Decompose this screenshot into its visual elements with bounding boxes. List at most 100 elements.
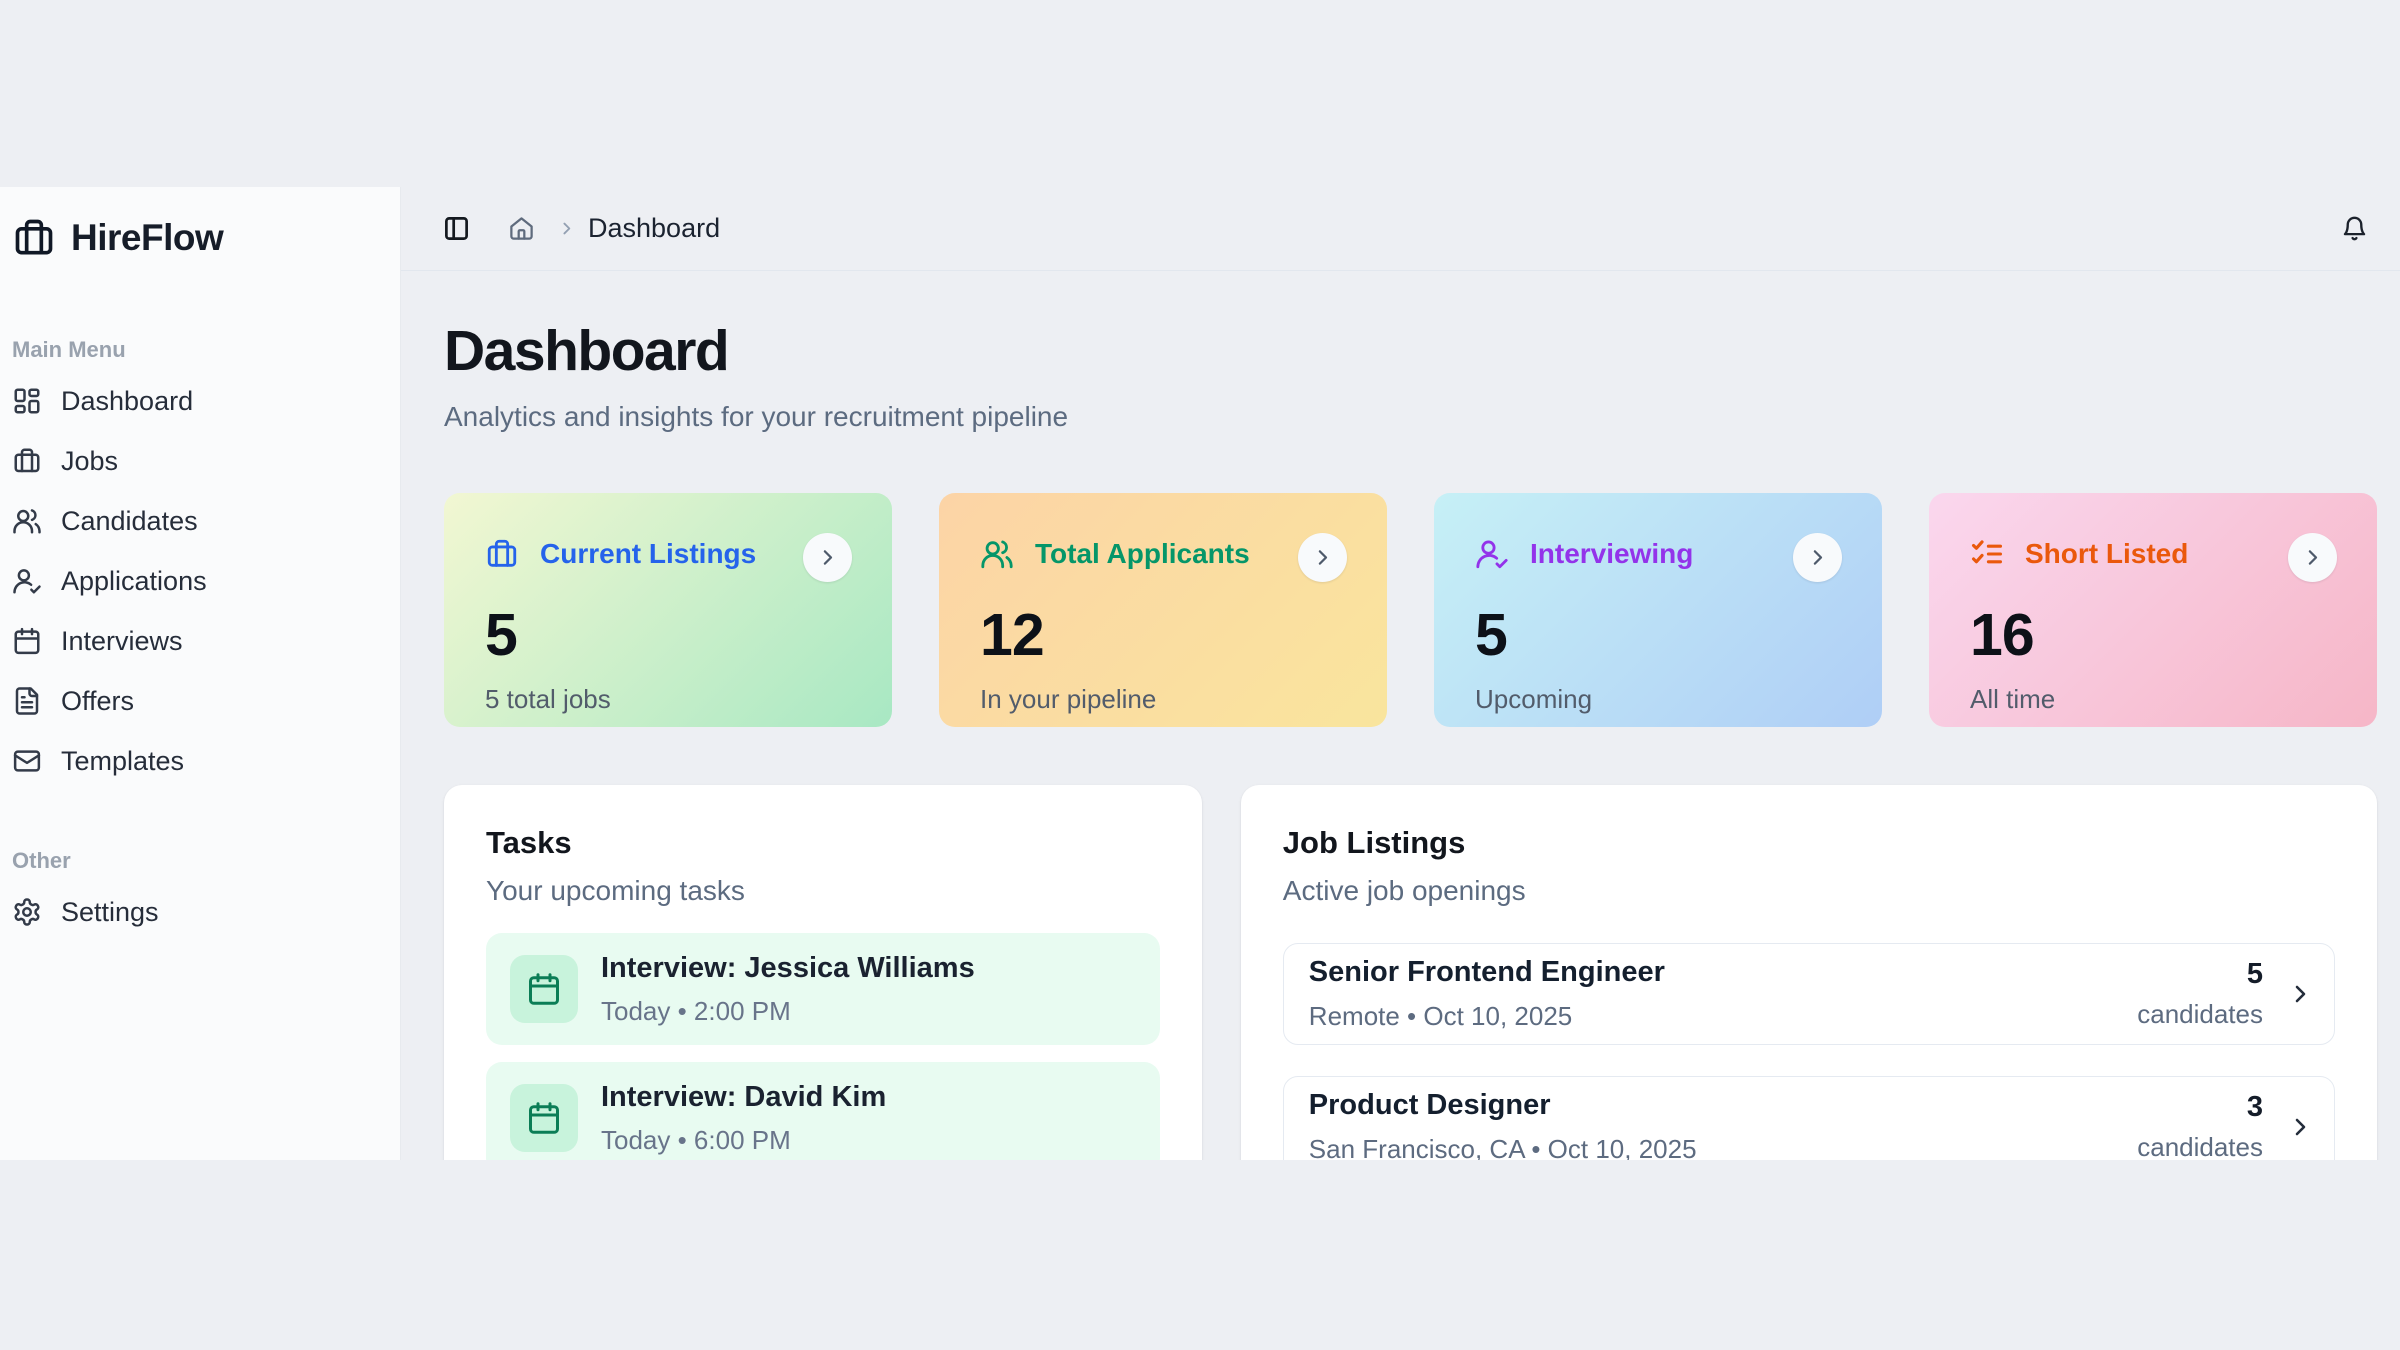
sidebar-item-label: Jobs [61, 446, 118, 477]
briefcase-logo-icon [12, 216, 56, 260]
breadcrumb-current[interactable]: Dashboard [588, 213, 720, 244]
stat-subtext: 5 total jobs [485, 684, 852, 715]
job-meta: Remote • Oct 10, 2025 [1309, 1001, 2137, 1032]
chevron-right-icon [2288, 982, 2312, 1006]
tasks-subtitle: Your upcoming tasks [486, 875, 1160, 907]
stat-card-head: Total Applicants [980, 537, 1347, 571]
sidebar-item-jobs[interactable]: Jobs [10, 431, 380, 491]
briefcase-icon [485, 537, 519, 571]
sidebar-item-candidates[interactable]: Candidates [10, 491, 380, 551]
task-icon-tile [510, 1084, 578, 1152]
stat-card-head: Short Listed [1970, 537, 2337, 571]
sidebar-item-label: Templates [61, 746, 184, 777]
notifications-button[interactable] [2341, 215, 2368, 242]
stat-subtext: Upcoming [1475, 684, 1842, 715]
job-row[interactable]: Product Designer San Francisco, CA • Oct… [1283, 1076, 2335, 1160]
task-title: Interview: Jessica Williams [601, 952, 975, 985]
stat-card-arrow-button[interactable] [803, 533, 852, 582]
job-title: Product Designer [1309, 1089, 2137, 1122]
sidebar: HireFlow Main Menu Dashboard Jobs Candid… [0, 187, 401, 1160]
job-listings-panel: Job Listings Active job openings Senior … [1241, 785, 2377, 1160]
file-text-icon [12, 686, 42, 716]
task-text: Interview: Jessica Williams Today • 2:00… [601, 952, 975, 1027]
stat-label: Interviewing [1530, 538, 1693, 570]
job-count-unit: candidates [2137, 999, 2263, 1030]
sidebar-toggle-button[interactable] [443, 215, 470, 242]
sidebar-item-interviews[interactable]: Interviews [10, 611, 380, 671]
job-count-number: 3 [2137, 1091, 2263, 1124]
stat-label: Short Listed [2025, 538, 2188, 570]
task-meta: Today • 6:00 PM [601, 1125, 886, 1156]
job-row[interactable]: Senior Frontend Engineer Remote • Oct 10… [1283, 943, 2335, 1045]
sidebar-item-label: Applications [61, 566, 207, 597]
stat-label: Current Listings [540, 538, 756, 570]
sidebar-section-label-other: Other [12, 848, 380, 874]
breadcrumb-home-link[interactable] [508, 215, 535, 242]
stat-card-current-listings[interactable]: Current Listings 5 5 total jobs [444, 493, 892, 727]
sidebar-section-label-main: Main Menu [12, 337, 380, 363]
page-subtitle: Analytics and insights for your recruitm… [444, 401, 2377, 433]
stat-label: Total Applicants [1035, 538, 1250, 570]
job-listings-title: Job Listings [1283, 825, 2335, 861]
task-icon-tile [510, 955, 578, 1023]
tasks-title: Tasks [486, 825, 1160, 861]
job-info: Product Designer San Francisco, CA • Oct… [1309, 1089, 2137, 1160]
job-candidate-count: 3 candidates [2137, 1091, 2263, 1160]
job-list: Senior Frontend Engineer Remote • Oct 10… [1283, 943, 2335, 1160]
job-meta: San Francisco, CA • Oct 10, 2025 [1309, 1134, 2137, 1160]
sidebar-item-label: Interviews [61, 626, 183, 657]
task-item[interactable]: Interview: David Kim Today • 6:00 PM [486, 1062, 1160, 1160]
mail-icon [12, 746, 42, 776]
bell-icon [2341, 215, 2368, 242]
app-frame: HireFlow Main Menu Dashboard Jobs Candid… [0, 187, 2400, 1160]
stat-card-head: Current Listings [485, 537, 852, 571]
task-title: Interview: David Kim [601, 1081, 886, 1114]
top-header: Dashboard [401, 187, 2400, 271]
job-open-button[interactable] [2288, 1115, 2312, 1139]
chevron-right-icon [558, 220, 575, 237]
app-logo: HireFlow [10, 216, 380, 260]
app-title: HireFlow [71, 217, 223, 259]
task-item[interactable]: Interview: Jessica Williams Today • 2:00… [486, 933, 1160, 1045]
list-checks-icon [1970, 537, 2004, 571]
job-listings-subtitle: Active job openings [1283, 875, 2335, 907]
sidebar-item-templates[interactable]: Templates [10, 731, 380, 791]
chevron-right-icon [817, 547, 838, 568]
stat-value: 12 [980, 601, 1347, 669]
sidebar-item-settings[interactable]: Settings [10, 882, 380, 942]
gear-icon [12, 897, 42, 927]
job-open-button[interactable] [2288, 982, 2312, 1006]
stat-card-head: Interviewing [1475, 537, 1842, 571]
sidebar-item-dashboard[interactable]: Dashboard [10, 371, 380, 431]
chevron-right-icon [2288, 1115, 2312, 1139]
sidebar-item-label: Dashboard [61, 386, 193, 417]
sidebar-item-label: Candidates [61, 506, 198, 537]
dashboard-grid-icon [12, 386, 42, 416]
calendar-icon [12, 626, 42, 656]
job-count-number: 5 [2137, 958, 2263, 991]
stat-card-arrow-button[interactable] [1298, 533, 1347, 582]
users-icon [12, 506, 42, 536]
calendar-icon [526, 971, 562, 1007]
stat-card-interviewing[interactable]: Interviewing 5 Upcoming [1434, 493, 1882, 727]
main-area: Dashboard Dashboard Analytics and insigh… [401, 187, 2400, 1160]
sidebar-item-applications[interactable]: Applications [10, 551, 380, 611]
panel-toggle-icon [443, 215, 470, 242]
stat-card-short-listed[interactable]: Short Listed 16 All time [1929, 493, 2377, 727]
sidebar-item-label: Offers [61, 686, 134, 717]
stat-value: 16 [1970, 601, 2337, 669]
sidebar-item-offers[interactable]: Offers [10, 671, 380, 731]
stat-card-arrow-button[interactable] [2288, 533, 2337, 582]
tasks-panel: Tasks Your upcoming tasks Interview: Jes… [444, 785, 1202, 1160]
stat-card-arrow-button[interactable] [1793, 533, 1842, 582]
home-icon [508, 215, 535, 242]
stat-subtext: In your pipeline [980, 684, 1347, 715]
job-info: Senior Frontend Engineer Remote • Oct 10… [1309, 956, 2137, 1032]
page-title: Dashboard [444, 318, 2377, 384]
breadcrumb-separator [558, 220, 575, 237]
user-check-icon [12, 566, 42, 596]
users-icon [980, 537, 1014, 571]
job-title: Senior Frontend Engineer [1309, 956, 2137, 989]
stat-card-total-applicants[interactable]: Total Applicants 12 In your pipeline [939, 493, 1387, 727]
sidebar-item-label: Settings [61, 897, 159, 928]
